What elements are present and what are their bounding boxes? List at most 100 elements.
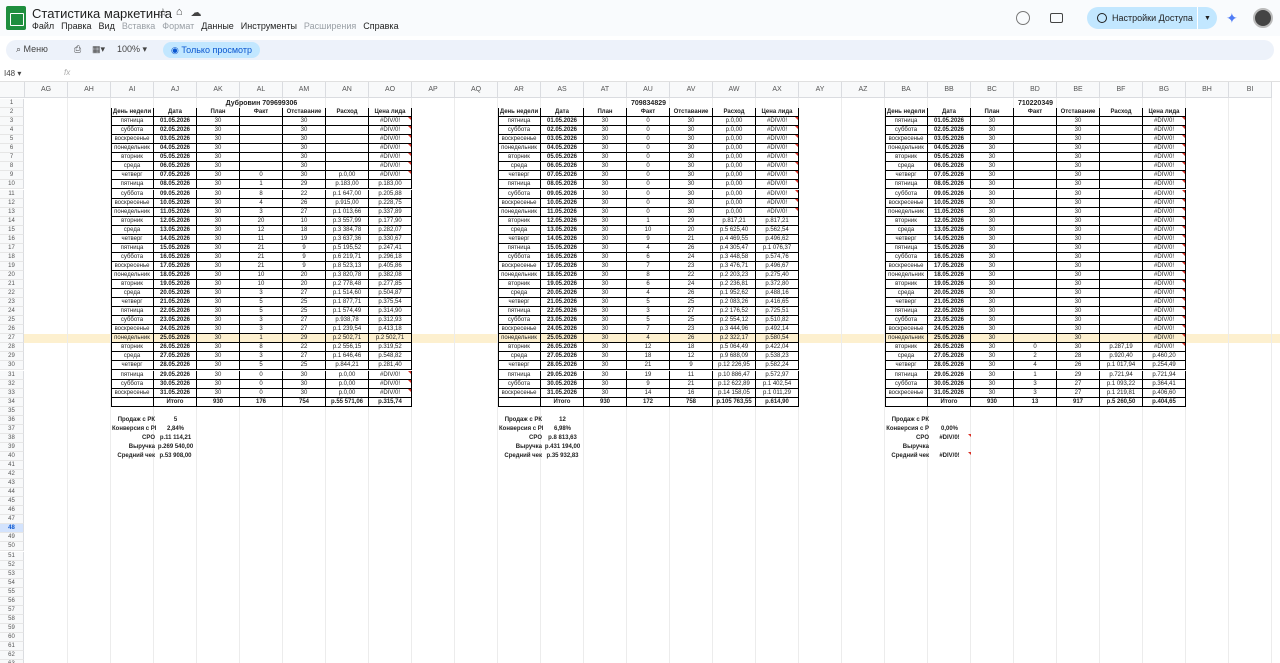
row-header[interactable]: 32 [0, 379, 24, 389]
fact-cell[interactable]: 5 [627, 298, 670, 308]
lead-cell[interactable]: р.817,21 [756, 216, 799, 226]
lag-cell[interactable]: 9 [283, 261, 326, 271]
lag-cell[interactable]: 30 [283, 117, 326, 127]
day-cell[interactable]: понедельник [498, 207, 541, 217]
day-cell[interactable]: пятница [498, 370, 541, 380]
date-cell[interactable]: 27.05.2026 [154, 352, 197, 362]
lag-cell[interactable]: 27 [283, 289, 326, 299]
total-cell[interactable]: р.5 260,50 [1100, 397, 1143, 407]
cost-cell[interactable]: р.0,00 [713, 117, 756, 127]
lag-cell[interactable]: 30 [1057, 343, 1100, 353]
row-header[interactable]: 21 [0, 280, 24, 289]
date-cell[interactable]: 26.05.2026 [154, 343, 197, 353]
lag-cell[interactable]: 27 [283, 207, 326, 217]
lag-cell[interactable]: 30 [283, 171, 326, 181]
summary-value[interactable]: 2,84% [154, 425, 197, 434]
day-cell[interactable]: четверг [111, 361, 154, 371]
day-cell[interactable]: пятница [885, 180, 928, 190]
date-cell[interactable]: 14.05.2026 [154, 234, 197, 244]
lag-cell[interactable]: 25 [283, 307, 326, 317]
plan-cell[interactable]: 30 [584, 388, 627, 398]
day-cell[interactable]: пятница [111, 180, 154, 190]
fact-cell[interactable] [1014, 243, 1057, 253]
day-cell[interactable]: пятница [498, 243, 541, 253]
fact-cell[interactable]: 0 [627, 162, 670, 172]
summary-value[interactable]: 6,98% [541, 425, 584, 434]
lag-cell[interactable]: 25 [283, 298, 326, 308]
row-header[interactable]: 10 [0, 180, 24, 190]
cost-cell[interactable] [1100, 252, 1143, 262]
date-cell[interactable]: 11.05.2026 [541, 207, 584, 217]
cost-cell[interactable] [1100, 126, 1143, 136]
lag-cell[interactable]: 30 [670, 207, 713, 217]
cost-cell[interactable] [326, 162, 369, 172]
plan-cell[interactable]: 30 [584, 162, 627, 172]
day-cell[interactable]: вторник [111, 153, 154, 163]
row-header[interactable]: 62 [0, 651, 24, 661]
row-header[interactable]: 57 [0, 605, 24, 615]
summary-value[interactable] [928, 416, 971, 425]
fact-cell[interactable]: 0 [240, 370, 283, 380]
lead-cell[interactable]: #DIV/0! [1143, 307, 1186, 317]
cost-cell[interactable]: р.0,00 [326, 370, 369, 380]
lead-cell[interactable]: р.314,90 [369, 307, 412, 317]
lag-cell[interactable]: 30 [670, 117, 713, 127]
fact-cell[interactable]: 3 [1014, 388, 1057, 398]
day-cell[interactable]: воскресенье [111, 261, 154, 271]
cost-cell[interactable] [1100, 280, 1143, 289]
lead-cell[interactable]: р.2 502,71 [369, 334, 412, 344]
cost-cell[interactable]: р.2 322,17 [713, 334, 756, 344]
history-icon[interactable] [1016, 11, 1030, 25]
lead-cell[interactable]: р.205,88 [369, 189, 412, 199]
summary-value[interactable]: 5 [154, 416, 197, 425]
cost-cell[interactable]: р.1 514,60 [326, 289, 369, 299]
day-cell[interactable]: суббота [498, 316, 541, 326]
total-cell[interactable]: 930 [971, 397, 1014, 407]
lag-cell[interactable]: 30 [670, 198, 713, 208]
date-cell[interactable]: 15.05.2026 [541, 243, 584, 253]
plan-cell[interactable]: 30 [971, 379, 1014, 389]
plan-cell[interactable]: 30 [197, 171, 240, 181]
date-cell[interactable]: 06.05.2026 [928, 162, 971, 172]
lead-cell[interactable]: р.228,75 [369, 198, 412, 208]
date-cell[interactable]: 23.05.2026 [154, 316, 197, 326]
column-header[interactable]: AP [412, 82, 455, 98]
total-cell[interactable]: 176 [240, 397, 283, 407]
lead-cell[interactable]: #DIV/0! [756, 189, 799, 199]
plan-cell[interactable]: 30 [584, 261, 627, 271]
plan-cell[interactable]: 30 [197, 343, 240, 353]
plan-cell[interactable]: 30 [971, 388, 1014, 398]
lead-cell[interactable]: р.282,07 [369, 225, 412, 235]
plan-cell[interactable]: 30 [584, 334, 627, 344]
column-header[interactable]: AR [498, 82, 541, 98]
row-header[interactable]: 16 [0, 234, 24, 244]
cost-cell[interactable]: р.5 064,49 [713, 343, 756, 353]
column-header[interactable]: AK [197, 82, 240, 98]
day-cell[interactable]: воскресенье [885, 261, 928, 271]
plan-cell[interactable]: 30 [971, 298, 1014, 308]
row-header[interactable]: 15 [0, 225, 24, 235]
row-header[interactable]: 28 [0, 343, 24, 353]
total-cell[interactable]: 917 [1057, 397, 1100, 407]
row-header[interactable]: 7 [0, 153, 24, 163]
day-cell[interactable]: воскресенье [498, 261, 541, 271]
row-header[interactable]: 44 [0, 488, 24, 498]
lead-cell[interactable]: #DIV/0! [369, 379, 412, 389]
fact-cell[interactable] [1014, 216, 1057, 226]
total-cell[interactable]: р.315,74 [369, 397, 412, 407]
day-cell[interactable]: вторник [498, 153, 541, 163]
plan-cell[interactable]: 30 [584, 126, 627, 136]
date-cell[interactable]: 19.05.2026 [541, 280, 584, 289]
date-cell[interactable]: 15.05.2026 [154, 243, 197, 253]
plan-cell[interactable]: 30 [584, 343, 627, 353]
fact-cell[interactable]: 5 [240, 307, 283, 317]
lead-cell[interactable]: р.413,18 [369, 325, 412, 335]
cost-cell[interactable]: р.9 688,09 [713, 352, 756, 362]
date-cell[interactable]: 27.05.2026 [928, 352, 971, 362]
cost-cell[interactable]: р.0,00 [713, 189, 756, 199]
fact-cell[interactable] [240, 135, 283, 145]
menu-item[interactable]: Файл [32, 21, 54, 31]
day-cell[interactable]: суббота [885, 189, 928, 199]
day-cell[interactable]: четверг [498, 234, 541, 244]
day-cell[interactable]: среда [498, 352, 541, 362]
